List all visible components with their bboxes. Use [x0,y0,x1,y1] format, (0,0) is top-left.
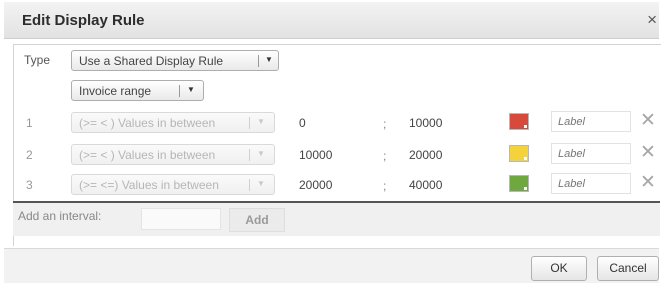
cancel-button[interactable]: Cancel [597,256,659,281]
chevron-down-icon: ▼ [187,85,195,94]
chevron-down-icon: ▼ [265,55,273,64]
type-select-value: Use a Shared Display Rule [79,54,224,68]
interval-label-input[interactable] [551,143,631,164]
dialog-title: Edit Display Rule [22,12,145,29]
interval-operator-value: (>= < ) Values in between [79,148,216,162]
interval-from-value[interactable]: 10000 [299,148,332,162]
interval-color-swatch[interactable] [509,175,529,192]
dialog-titlebar: Edit Display Rule × [4,2,659,39]
edit-display-rule-dialog: Edit Display Rule × Type Use a Shared Di… [0,0,663,283]
interval-label-input[interactable] [551,111,631,132]
add-interval-input[interactable] [141,208,221,230]
interval-separator: ; [383,179,387,193]
interval-operator-value: (>= < ) Values in between [79,116,216,130]
interval-separator: ; [383,149,387,163]
interval-operator-value: (>= <=) Values in between [79,178,219,192]
interval-to-value[interactable]: 40000 [409,178,442,192]
interval-label-input[interactable] [551,173,631,194]
interval-from-value[interactable]: 0 [299,116,306,130]
interval-index: 2 [26,148,33,162]
remove-icon[interactable]: ✕ [640,141,656,164]
ok-button[interactable]: OK [531,256,587,281]
interval-separator: ; [383,117,387,131]
close-icon[interactable]: × [647,10,657,30]
interval-from-value[interactable]: 20000 [299,178,332,192]
interval-color-swatch[interactable] [509,145,529,162]
remove-icon[interactable]: ✕ [640,171,656,194]
interval-to-value[interactable]: 20000 [409,148,442,162]
interval-operator-select[interactable]: (>= < ) Values in between ▼ [71,112,275,133]
add-interval-bar [13,203,660,236]
interval-color-swatch[interactable] [509,113,529,130]
interval-operator-select[interactable]: (>= <=) Values in between ▼ [71,174,275,195]
remove-icon[interactable]: ✕ [640,109,656,132]
chevron-down-icon: ▼ [257,117,265,126]
type-label: Type [24,53,51,67]
chevron-down-icon: ▼ [257,179,265,188]
interval-index: 1 [26,116,33,130]
interval-operator-select[interactable]: (>= < ) Values in between ▼ [71,144,275,165]
shared-rule-select[interactable]: Invoice range ▼ [71,80,204,101]
add-interval-button[interactable]: Add [229,208,285,232]
add-interval-label: Add an interval: [18,209,102,223]
interval-index: 3 [26,178,33,192]
shared-rule-select-value: Invoice range [79,84,152,98]
chevron-down-icon: ▼ [257,149,265,158]
interval-to-value[interactable]: 10000 [409,116,442,130]
type-select[interactable]: Use a Shared Display Rule ▼ [71,50,279,71]
